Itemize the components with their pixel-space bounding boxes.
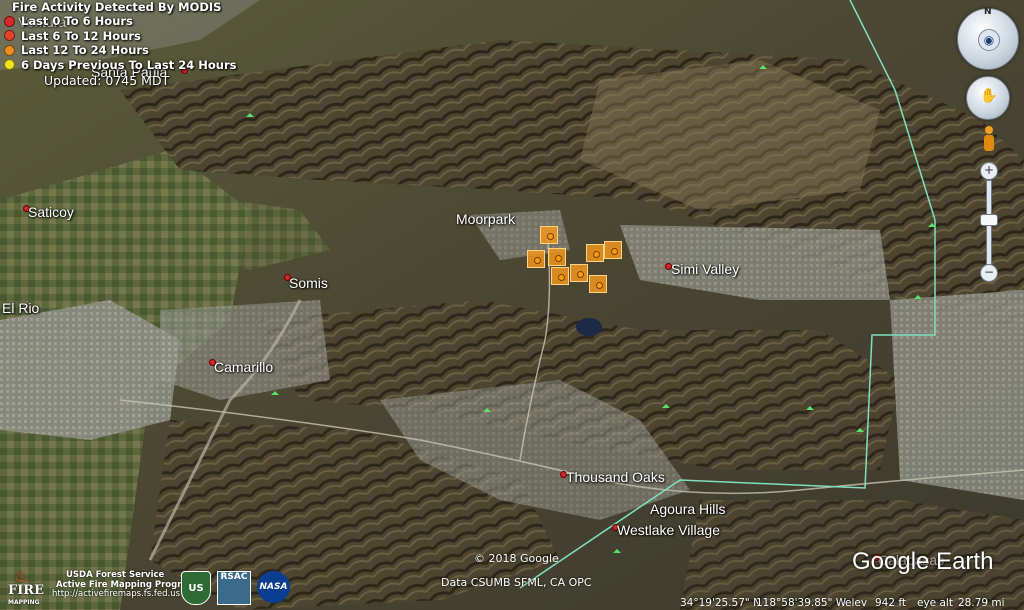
latitude-readout: 34°19'25.57" N <box>680 597 761 609</box>
town-label-thousand-oaks[interactable]: Thousand Oaks <box>566 469 665 485</box>
eye-altitude-label: eye alt <box>917 597 953 609</box>
town-label-moorpark[interactable]: Moorpark <box>456 211 515 227</box>
legend-swatch-0-6h <box>4 15 15 27</box>
street-view-pegman-icon[interactable] <box>983 126 995 152</box>
google-earth-logo: Google Earth <box>852 548 994 575</box>
town-label-saticoy[interactable]: Saticoy <box>28 204 74 220</box>
zoom-slider[interactable]: + − <box>980 162 998 282</box>
fire-detection[interactable] <box>604 241 622 259</box>
zoom-handle[interactable] <box>980 214 998 226</box>
status-bar: 34°19'25.57" N 118°58'39.85" W elev 942 … <box>0 597 1024 610</box>
fire-detection[interactable] <box>586 244 604 262</box>
zoom-in-icon[interactable]: + <box>980 162 998 180</box>
longitude-readout: 118°58'39.85" W <box>756 597 847 609</box>
town-label-simi-valley[interactable]: Simi Valley <box>671 261 739 277</box>
legend-updated-time: Updated: 0745 MDT <box>44 73 170 88</box>
legend-row: Last 0 To 6 Hours <box>4 14 236 29</box>
town-label-westlake-village[interactable]: Westlake Village <box>617 522 720 538</box>
data-credit-text: Data CSUMB SFML, CA OPC <box>441 576 592 589</box>
forest-service-credit: USDA Forest Service Active Fire Mapping … <box>52 570 196 599</box>
look-control-ring[interactable]: N ◉ <box>957 7 1019 70</box>
town-label-agoura-hills[interactable]: Agoura Hills <box>650 501 725 517</box>
fire-detection[interactable] <box>589 275 607 293</box>
legend-title: Fire Activity Detected By MODIS <box>12 0 222 14</box>
zoom-out-icon[interactable]: − <box>980 264 998 282</box>
fire-legend: Fire Activity Detected By MODIS Last 0 T… <box>4 0 236 88</box>
satellite-terrain[interactable] <box>0 0 1024 610</box>
legend-swatch-6-days <box>4 59 15 71</box>
legend-swatch-12-24h <box>4 44 15 56</box>
eye-icon: ◉ <box>978 29 1000 51</box>
legend-row: 6 Days Previous To Last 24 Hours <box>4 58 236 73</box>
map-viewport[interactable]: Santa Paula Ventura Saticoy El Rio Somis… <box>0 0 1024 610</box>
legend-row: Last 6 To 12 Hours <box>4 29 236 44</box>
hand-icon: ✋ <box>980 88 998 104</box>
legend-swatch-6-12h <box>4 30 15 42</box>
elevation-readout: 942 ft <box>875 597 907 609</box>
move-control-ring[interactable]: ✋ <box>966 76 1010 120</box>
compass-north-label: N <box>984 7 992 17</box>
fire-detection[interactable] <box>527 250 545 268</box>
legend-row: Last 12 To 24 Hours <box>4 43 236 58</box>
fire-detection[interactable] <box>570 264 588 282</box>
copyright-text: © 2018 Google <box>474 552 559 565</box>
legend-label: Last 6 To 12 Hours <box>21 28 141 43</box>
fire-detection[interactable] <box>548 248 566 266</box>
town-label-somis[interactable]: Somis <box>289 275 328 291</box>
town-label-camarillo[interactable]: Camarillo <box>214 359 273 375</box>
town-label-el-rio[interactable]: El Rio <box>2 300 39 316</box>
legend-label: Last 12 To 24 Hours <box>21 43 149 58</box>
eye-altitude-readout: 28.79 mi <box>958 597 1005 609</box>
fire-detection[interactable] <box>540 226 558 244</box>
elevation-label: elev <box>845 597 868 609</box>
legend-label: Last 0 To 6 Hours <box>21 14 133 29</box>
fire-detection[interactable] <box>551 267 569 285</box>
legend-label: 6 Days Previous To Last 24 Hours <box>21 57 237 72</box>
